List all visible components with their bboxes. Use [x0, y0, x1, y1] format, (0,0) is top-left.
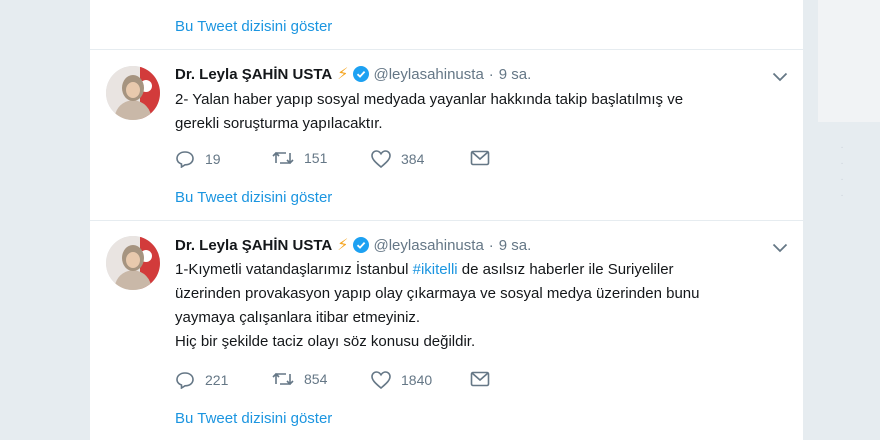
tweet-header: Dr. Leyla ŞAHİN USTA ⚡ @leylasahinusta ·…	[175, 235, 531, 255]
tweet-timestamp[interactable]: 9 sa.	[499, 237, 532, 254]
show-thread-link[interactable]: Bu Tweet dizisini göster	[175, 189, 332, 206]
retweet-button[interactable]: 854	[272, 371, 327, 387]
author-handle[interactable]: @leylasahinusta	[374, 237, 484, 254]
tweet-text-line: 2- Yalan haber yapıp sosyal medyada yaya…	[175, 91, 684, 108]
tweet-text: 2- Yalan haber yapıp sosyal medyada yaya…	[175, 88, 745, 136]
tweet-text-segment: de asılsız haberler ile Suriyeliler	[457, 261, 674, 278]
envelope-icon	[470, 371, 490, 387]
tweet-text-line: Hiç bir şekilde taciz olayı söz konusu d…	[175, 333, 476, 350]
tweet-text-line: 1-Kıymetli vatandaşlarımız İstanbul #iki…	[175, 258, 745, 282]
direct-message-button[interactable]	[470, 150, 490, 166]
tweet-text-line: yaymaya çalışanlara itibar etmeyiniz.	[175, 309, 421, 326]
like-count: 384	[401, 151, 425, 167]
like-button[interactable]: 384	[371, 150, 424, 168]
tweet-header: Dr. Leyla ŞAHİN USTA ⚡ @leylasahinusta ·…	[175, 64, 531, 84]
tweet-text: 1-Kıymetli vatandaşlarımız İstanbul #iki…	[175, 258, 745, 354]
reply-count: 19	[205, 151, 221, 167]
reply-count: 221	[205, 372, 229, 388]
chevron-down-icon[interactable]	[772, 240, 788, 253]
chevron-down-icon[interactable]	[772, 69, 788, 82]
side-panel-edge	[818, 0, 880, 122]
tweet-timestamp[interactable]: 9 sa.	[499, 66, 532, 83]
envelope-icon	[470, 150, 490, 166]
retweet-count: 151	[304, 150, 328, 166]
separator-dot: ·	[488, 65, 494, 83]
verified-badge-icon	[352, 237, 369, 253]
tweet-text-line: gerekli soruşturma yapılacaktır.	[175, 115, 383, 132]
retweet-button[interactable]: 151	[272, 150, 327, 166]
retweet-icon	[272, 372, 294, 386]
like-count: 1840	[401, 372, 433, 388]
avatar[interactable]	[106, 66, 160, 120]
hashtag-link[interactable]: #ikitelli	[413, 261, 458, 278]
heart-icon	[371, 371, 391, 389]
direct-message-button[interactable]	[470, 371, 490, 387]
author-name[interactable]: Dr. Leyla ŞAHİN USTA	[175, 237, 332, 254]
like-button[interactable]: 1840	[371, 371, 432, 389]
separator-dot: ·	[488, 236, 494, 254]
author-handle[interactable]: @leylasahinusta	[374, 66, 484, 83]
show-thread-link[interactable]: Bu Tweet dizisini göster	[175, 18, 332, 35]
heart-icon	[371, 150, 391, 168]
reply-button[interactable]: 19	[175, 150, 221, 168]
retweet-count: 854	[304, 371, 328, 387]
retweet-icon	[272, 151, 294, 165]
tweet-divider	[90, 49, 803, 50]
show-thread-link[interactable]: Bu Tweet dizisini göster	[175, 410, 332, 427]
tweet-divider	[90, 220, 803, 221]
verified-badge-icon	[352, 66, 369, 82]
lightning-emoji: ⚡	[337, 66, 349, 83]
tweet-text-line: üzerinden provakasyon yapıp olay çıkarma…	[175, 285, 700, 302]
avatar[interactable]	[106, 236, 160, 290]
reply-icon	[176, 151, 194, 168]
author-name[interactable]: Dr. Leyla ŞAHİN USTA	[175, 66, 332, 83]
side-panel-faded-text: · · · ·	[840, 142, 844, 201]
reply-button[interactable]: 221	[175, 371, 228, 389]
lightning-emoji: ⚡	[337, 237, 349, 254]
tweet-text-segment: 1-Kıymetli vatandaşlarımız İstanbul	[175, 261, 413, 278]
reply-icon	[176, 372, 194, 389]
